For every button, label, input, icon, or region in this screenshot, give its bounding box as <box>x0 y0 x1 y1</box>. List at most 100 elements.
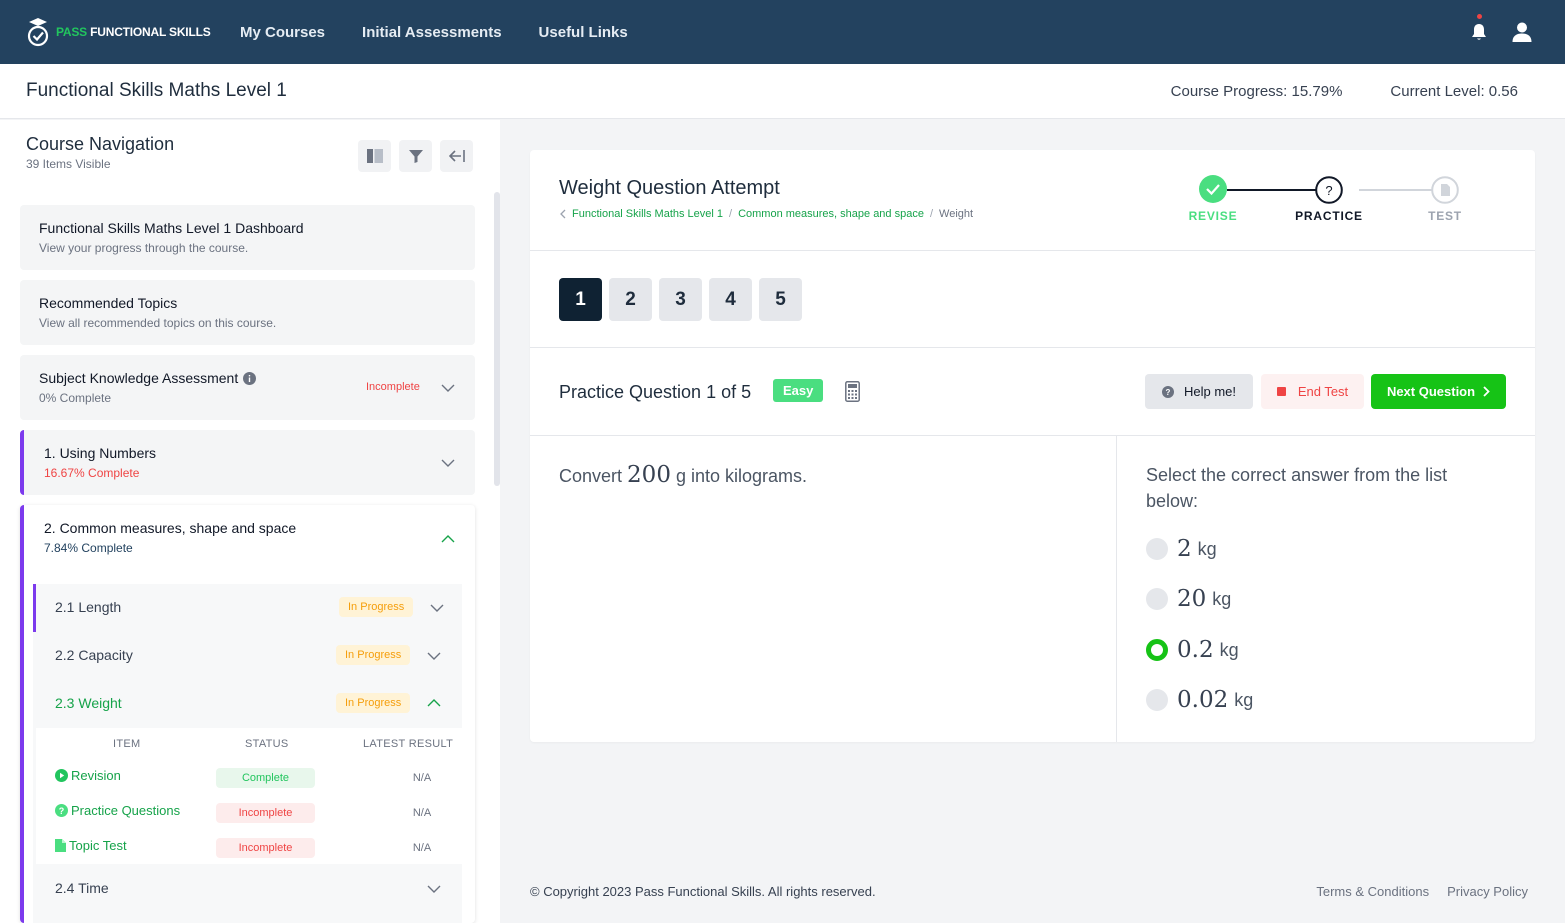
next-question-button[interactable]: Next Question <box>1371 374 1506 409</box>
dashboard-subtitle: View your progress through the course. <box>39 241 249 255</box>
status-badge: Incomplete <box>216 803 315 823</box>
privacy-link[interactable]: Privacy Policy <box>1447 884 1528 899</box>
divider <box>530 250 1535 251</box>
check-circle-icon[interactable] <box>1199 175 1227 203</box>
radio-button[interactable] <box>1146 538 1168 560</box>
topic-capacity[interactable]: 2.2 Capacity In Progress <box>33 632 462 680</box>
help-circle-icon: ? <box>1161 385 1174 398</box>
help-label: Help me! <box>1183 384 1237 399</box>
option-unit: kg <box>1212 588 1232 609</box>
topic-weight[interactable]: 2.3 Weight In Progress <box>33 680 462 728</box>
question-value: 200 <box>627 462 671 488</box>
table-header-result: LATEST RESULT <box>363 738 454 750</box>
divider <box>530 347 1535 348</box>
filter-button[interactable] <box>399 140 432 172</box>
progress-stepper: ? REVISE PRACTICE TEST <box>1186 174 1504 234</box>
option-value: 0.02 <box>1177 687 1229 713</box>
calculator-icon[interactable] <box>845 381 860 402</box>
option-unit: kg <box>1234 689 1254 710</box>
ska-title-row: Subject Knowledge Assessment <box>39 370 257 386</box>
topic-time[interactable]: 2.4 Time <box>33 865 462 913</box>
user-icon[interactable] <box>1511 21 1533 43</box>
unit-using-numbers[interactable]: 1. Using Numbers 16.67% Complete <box>20 430 475 495</box>
play-circle-icon <box>55 769 68 782</box>
chevron-down-icon[interactable] <box>427 649 441 663</box>
table-header-status: STATUS <box>245 738 289 750</box>
question-step-icon[interactable]: ? <box>1315 176 1343 204</box>
answer-option[interactable]: 0.02 kg <box>1146 687 1253 713</box>
practice-question-title: Practice Question 1 of 5 <box>559 382 752 402</box>
status-badge: In Progress <box>339 597 414 617</box>
answer-prompt: Select the correct answer from the list … <box>1146 465 1448 511</box>
dashboard-link[interactable]: Functional Skills Maths Level 1 Dashboar… <box>20 205 475 270</box>
recommended-title: Recommended Topics <box>39 295 178 311</box>
notifications-button[interactable] <box>1469 14 1489 42</box>
topic-label: 2.4 Time <box>55 880 109 896</box>
question-number-button[interactable]: 4 <box>709 278 752 321</box>
question-number-button[interactable]: 5 <box>759 278 802 321</box>
topic-label: 2.2 Capacity <box>55 647 133 663</box>
chevron-down-icon[interactable] <box>430 601 444 615</box>
breadcrumb-current: Weight <box>939 208 974 220</box>
attempt-title: Weight Question Attempt <box>559 177 780 199</box>
radio-button-selected[interactable] <box>1146 639 1168 661</box>
item-label: Topic Test <box>69 838 127 853</box>
question-number-button[interactable]: 1 <box>559 278 602 321</box>
info-icon[interactable] <box>243 371 257 385</box>
nav-my-courses[interactable]: My Courses <box>240 24 325 41</box>
unit2-header[interactable]: 2. Common measures, shape and space 7.84… <box>24 505 475 571</box>
recommended-topics-link[interactable]: Recommended Topics View all recommended … <box>20 280 475 345</box>
item-practice-questions-link[interactable]: ? Practice Questions <box>55 803 180 818</box>
terms-link[interactable]: Terms & Conditions <box>1316 884 1429 899</box>
chevron-up-icon[interactable] <box>427 696 441 710</box>
notification-dot <box>1477 14 1482 19</box>
chevron-up-icon[interactable] <box>441 532 455 546</box>
chevron-down-icon[interactable] <box>441 456 455 470</box>
item-topic-test-link[interactable]: Topic Test <box>55 838 127 853</box>
item-label: Practice Questions <box>71 803 181 818</box>
help-me-button[interactable]: ? Help me! <box>1145 374 1253 409</box>
breadcrumb-course[interactable]: Functional Skills Maths Level 1 <box>572 208 723 220</box>
subject-knowledge-assessment[interactable]: Subject Knowledge Assessment 0% Complete… <box>20 355 475 420</box>
layout-toggle-button[interactable] <box>358 140 391 172</box>
items-visible-count: 39 Items Visible <box>26 157 111 171</box>
document-icon <box>55 839 66 852</box>
nav-useful-links[interactable]: Useful Links <box>539 24 628 41</box>
latest-result: N/A <box>403 803 441 823</box>
question-number-button[interactable]: 2 <box>609 278 652 321</box>
answer-option[interactable]: 20 kg <box>1146 586 1231 612</box>
end-test-button[interactable]: End Test <box>1261 374 1364 409</box>
question-number-nav: 1 2 3 4 5 <box>559 278 802 321</box>
unit1-title: 1. Using Numbers <box>44 445 157 461</box>
answer-option[interactable]: 2 kg <box>1146 536 1217 562</box>
sidebar-layout-icon <box>366 149 383 163</box>
breadcrumb-unit[interactable]: Common measures, shape and space <box>738 208 924 220</box>
radio-button[interactable] <box>1146 588 1168 610</box>
topic-length[interactable]: 2.1 Length In Progress <box>33 584 462 632</box>
chevron-down-icon[interactable] <box>427 882 441 896</box>
recommended-subtitle: View all recommended topics on this cour… <box>39 316 277 330</box>
question-number-button[interactable]: 3 <box>659 278 702 321</box>
brand-logo[interactable]: PASS FUNCTIONAL SKILLS <box>26 16 226 48</box>
table-header-item: ITEM <box>113 738 141 750</box>
topic-label: 2.3 Weight <box>55 695 122 711</box>
breadcrumb: Functional Skills Maths Level 1 / Common… <box>559 208 973 220</box>
item-revision-link[interactable]: Revision <box>55 768 121 783</box>
step-practice: PRACTICE <box>1295 209 1363 223</box>
option-unit: kg <box>1219 639 1239 660</box>
collapse-sidebar-button[interactable] <box>440 140 473 172</box>
svg-text:?: ? <box>1166 388 1171 397</box>
chevron-left-icon[interactable] <box>559 209 566 219</box>
top-navbar: PASS FUNCTIONAL SKILLS My Courses Initia… <box>0 0 1565 64</box>
question-circle-icon: ? <box>55 804 68 817</box>
option-value: 20 <box>1177 586 1207 612</box>
test-document-icon[interactable] <box>1431 176 1459 204</box>
question-card: Weight Question Attempt Functional Skill… <box>530 150 1535 742</box>
radio-button[interactable] <box>1146 689 1168 711</box>
answer-option-selected[interactable]: 0.2 kg <box>1146 637 1239 663</box>
brand-name: PASS FUNCTIONAL SKILLS <box>56 25 211 39</box>
unit2-title: 2. Common measures, shape and space <box>44 520 297 536</box>
sidebar-scrollbar[interactable] <box>494 192 500 486</box>
nav-initial-assessments[interactable]: Initial Assessments <box>362 24 502 41</box>
chevron-down-icon[interactable] <box>441 381 455 395</box>
